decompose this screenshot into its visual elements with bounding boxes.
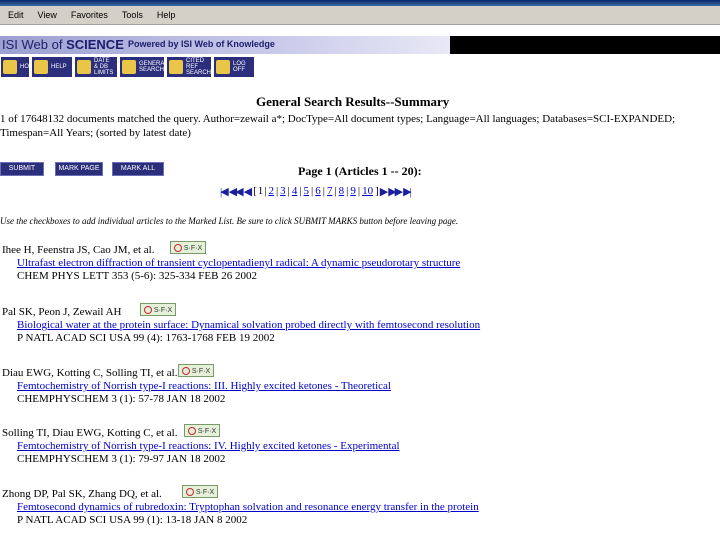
page-link-4[interactable]: 4: [292, 185, 298, 197]
result-record: Solling TI, Diau EWG, Kotting C, et al. …: [0, 424, 720, 469]
help-button[interactable]: HELP: [31, 56, 73, 78]
record-authors: Zhong DP, Pal SK, Zhang DQ, et al.: [2, 488, 162, 500]
isi-logo: ISI Web of SCIENCE: [2, 37, 124, 52]
result-record: Pal SK, Peon J, Zewail AH S·F·X Biologic…: [0, 303, 720, 348]
isi-header-bar: ISI Web of SCIENCE Powered by ISI Web of…: [0, 36, 720, 54]
sfx-link-button[interactable]: S·F·X: [184, 424, 220, 437]
record-title-link[interactable]: Femtochemistry of Norrish type-I reactio…: [17, 380, 391, 393]
page-link-3[interactable]: 3: [280, 185, 286, 197]
record-title-link[interactable]: Ultrafast electron diffraction of transi…: [17, 257, 460, 270]
record-authors: Diau EWG, Kotting C, Solling TI, et al.: [2, 367, 178, 379]
query-line-2: Timespan=All Years; (sorted by latest da…: [0, 127, 191, 139]
limits-icon: [77, 60, 91, 74]
sfx-link-button[interactable]: S·F·X: [140, 303, 176, 316]
sfx-logo-icon: [187, 427, 196, 436]
page-link-8[interactable]: 8: [339, 185, 345, 197]
page-link-6[interactable]: 6: [315, 185, 321, 197]
isi-toolbar: HOME HELP DATE & DB LIMITS GENERAL SEARC…: [0, 56, 720, 80]
page-link-5[interactable]: 5: [304, 185, 310, 197]
menu-tools[interactable]: Tools: [122, 10, 143, 20]
general-search-button[interactable]: GENERAL SEARCH: [119, 56, 168, 78]
next-page-icon[interactable]: ▶: [380, 185, 389, 198]
sfx-logo-icon: [143, 306, 152, 315]
record-source: CHEM PHYS LETT 353 (5-6): 325-334 FEB 26…: [17, 270, 257, 282]
page-link-10[interactable]: 10: [362, 185, 373, 197]
mark-page-button[interactable]: MARK PAGE: [55, 162, 103, 176]
home-icon: [3, 60, 17, 74]
sfx-logo-icon: [173, 244, 182, 253]
result-record: Diau EWG, Kotting C, Solling TI, et al. …: [0, 364, 720, 409]
page-title: General Search Results--Summary: [256, 94, 450, 109]
record-source: CHEMPHYSCHEM 3 (1): 57-78 JAN 18 2002: [17, 393, 226, 405]
pagination: |◀ ◀◀ ◀ [ 1 | 2 | 3 | 4 | 5 | 6 | 7 | 8 | 9 | 10 …: [220, 185, 412, 198]
home-button[interactable]: HOME: [0, 56, 38, 78]
menu-bar: Edit View Favorites Tools Help: [0, 6, 720, 25]
result-record: Ihee H, Feenstra JS, Cao JM, et al. S·F·…: [0, 241, 720, 286]
record-authors: Ihee H, Feenstra JS, Cao JM, et al.: [2, 244, 155, 256]
menu-help[interactable]: Help: [157, 10, 176, 20]
sfx-logo-icon: [185, 488, 194, 497]
sfx-link-button[interactable]: S·F·X: [182, 485, 218, 498]
sfx-logo-icon: [181, 367, 190, 376]
powered-by-text: Powered by ISI Web of Knowledge: [128, 39, 275, 49]
previous-pages-icon[interactable]: ◀◀: [229, 185, 244, 198]
menu-favorites[interactable]: Favorites: [71, 10, 108, 20]
cited-ref-icon: [169, 60, 183, 74]
header-right-panel: [450, 36, 720, 54]
record-title-link[interactable]: Femtochemistry of Norrish type-I reactio…: [17, 440, 400, 453]
date-db-limits-button[interactable]: DATE & DB LIMITS: [74, 56, 118, 78]
menu-view[interactable]: View: [38, 10, 57, 20]
page-link-7[interactable]: 7: [327, 185, 333, 197]
first-page-icon[interactable]: |◀: [220, 185, 229, 198]
previous-page-icon[interactable]: ◀: [244, 185, 253, 198]
record-source: CHEMPHYSCHEM 3 (1): 79-97 JAN 18 2002: [17, 453, 226, 465]
cited-ref-search-button[interactable]: CITED REF SEARCH: [166, 56, 212, 78]
log-off-icon: [216, 60, 230, 74]
record-authors: Solling TI, Diau EWG, Kotting C, et al.: [2, 427, 178, 439]
submit-marks-button[interactable]: SUBMIT MARKS: [0, 162, 44, 184]
record-source: P NATL ACAD SCI USA 99 (4): 1763-1768 FE…: [17, 332, 275, 344]
query-summary: 1 of 17648132 documents matched the quer…: [0, 112, 715, 140]
sfx-link-button[interactable]: S·F·X: [170, 241, 206, 254]
page-1-current: 1: [257, 185, 264, 197]
record-authors: Pal SK, Peon J, Zewail AH: [2, 306, 122, 318]
query-line-1: 1 of 17648132 documents matched the quer…: [0, 113, 676, 125]
general-search-icon: [122, 60, 136, 74]
checkbox-hint: Use the checkboxes to add individual art…: [0, 216, 459, 226]
header-left-panel: ISI Web of SCIENCE Powered by ISI Web of…: [0, 36, 450, 54]
record-title-link[interactable]: Femtosecond dynamics of rubredoxin: Tryp…: [17, 501, 479, 514]
record-title-link[interactable]: Biological water at the protein surface:…: [17, 319, 480, 332]
result-record: Zhong DP, Pal SK, Zhang DQ, et al. S·F·X…: [0, 485, 720, 530]
page-info: Page 1 (Articles 1 -- 20):: [298, 164, 422, 178]
menu-edit[interactable]: Edit: [8, 10, 24, 20]
help-icon: [34, 60, 48, 74]
log-off-button[interactable]: LOG OFF: [213, 56, 255, 78]
record-source: P NATL ACAD SCI USA 99 (1): 13-18 JAN 8 …: [17, 514, 248, 526]
sfx-link-button[interactable]: S·F·X: [178, 364, 214, 377]
mark-all-button[interactable]: MARK ALL: [112, 162, 164, 176]
next-pages-icon[interactable]: ▶▶: [388, 185, 403, 198]
last-page-icon[interactable]: ▶|: [403, 185, 412, 198]
page-link-9[interactable]: 9: [350, 185, 356, 197]
page-link-2[interactable]: 2: [268, 185, 274, 197]
